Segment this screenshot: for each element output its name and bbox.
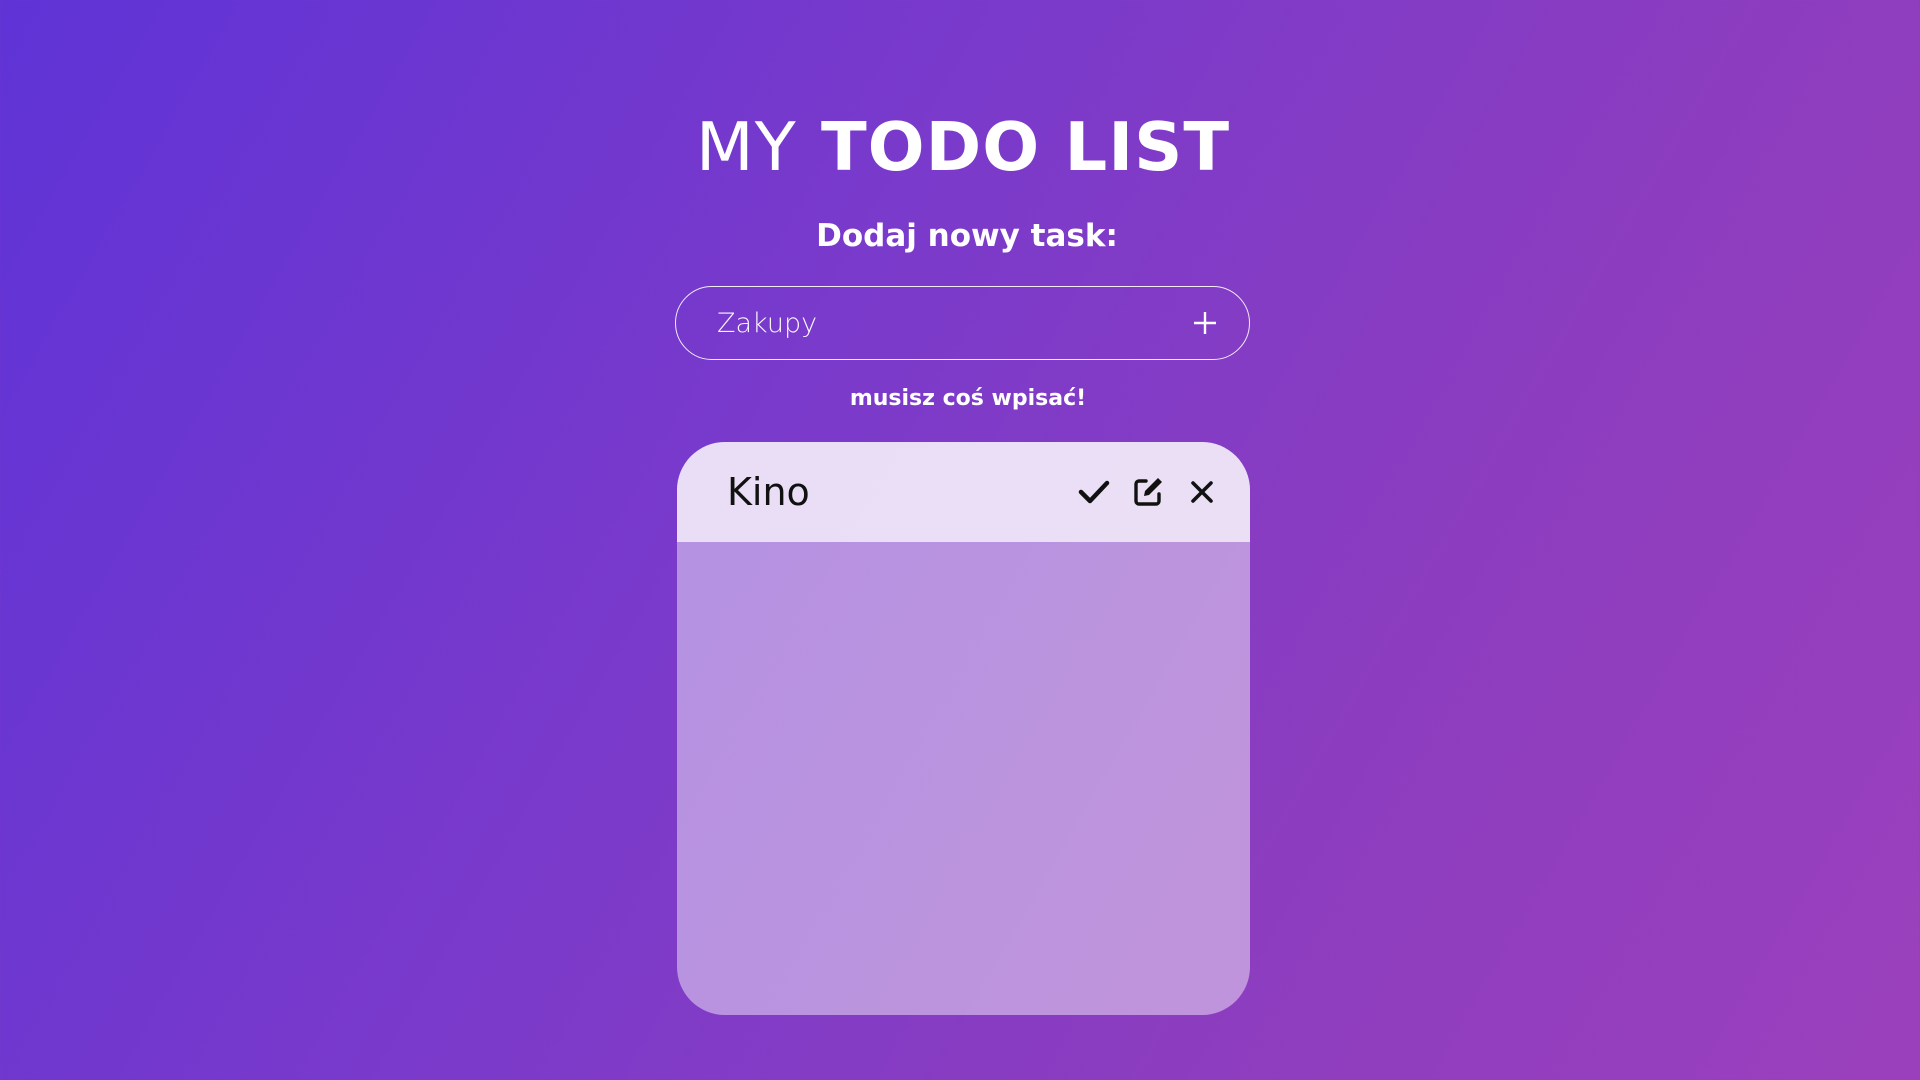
plus-icon	[1194, 312, 1216, 334]
delete-task-button[interactable]	[1182, 472, 1222, 512]
page-title-bold: TODO LIST	[820, 108, 1231, 186]
add-task-button[interactable]	[1185, 303, 1225, 343]
task-list: Kino	[677, 442, 1250, 1015]
new-task-form	[675, 286, 1250, 360]
edit-task-button[interactable]	[1128, 472, 1168, 512]
close-icon	[1191, 481, 1213, 503]
add-task-heading: Dodaj nowy task:	[816, 218, 1118, 254]
task-actions	[1074, 472, 1222, 512]
page-title-light: MY	[695, 108, 797, 186]
complete-task-button[interactable]	[1074, 472, 1114, 512]
task-label: Kino	[727, 470, 810, 514]
new-task-input[interactable]	[676, 287, 1185, 359]
task-item: Kino	[677, 442, 1250, 542]
validation-error: musisz coś wpisać!	[849, 386, 1087, 411]
page-title: MY TODO LIST	[0, 108, 1920, 186]
edit-icon	[1134, 478, 1162, 506]
check-icon	[1078, 480, 1110, 504]
